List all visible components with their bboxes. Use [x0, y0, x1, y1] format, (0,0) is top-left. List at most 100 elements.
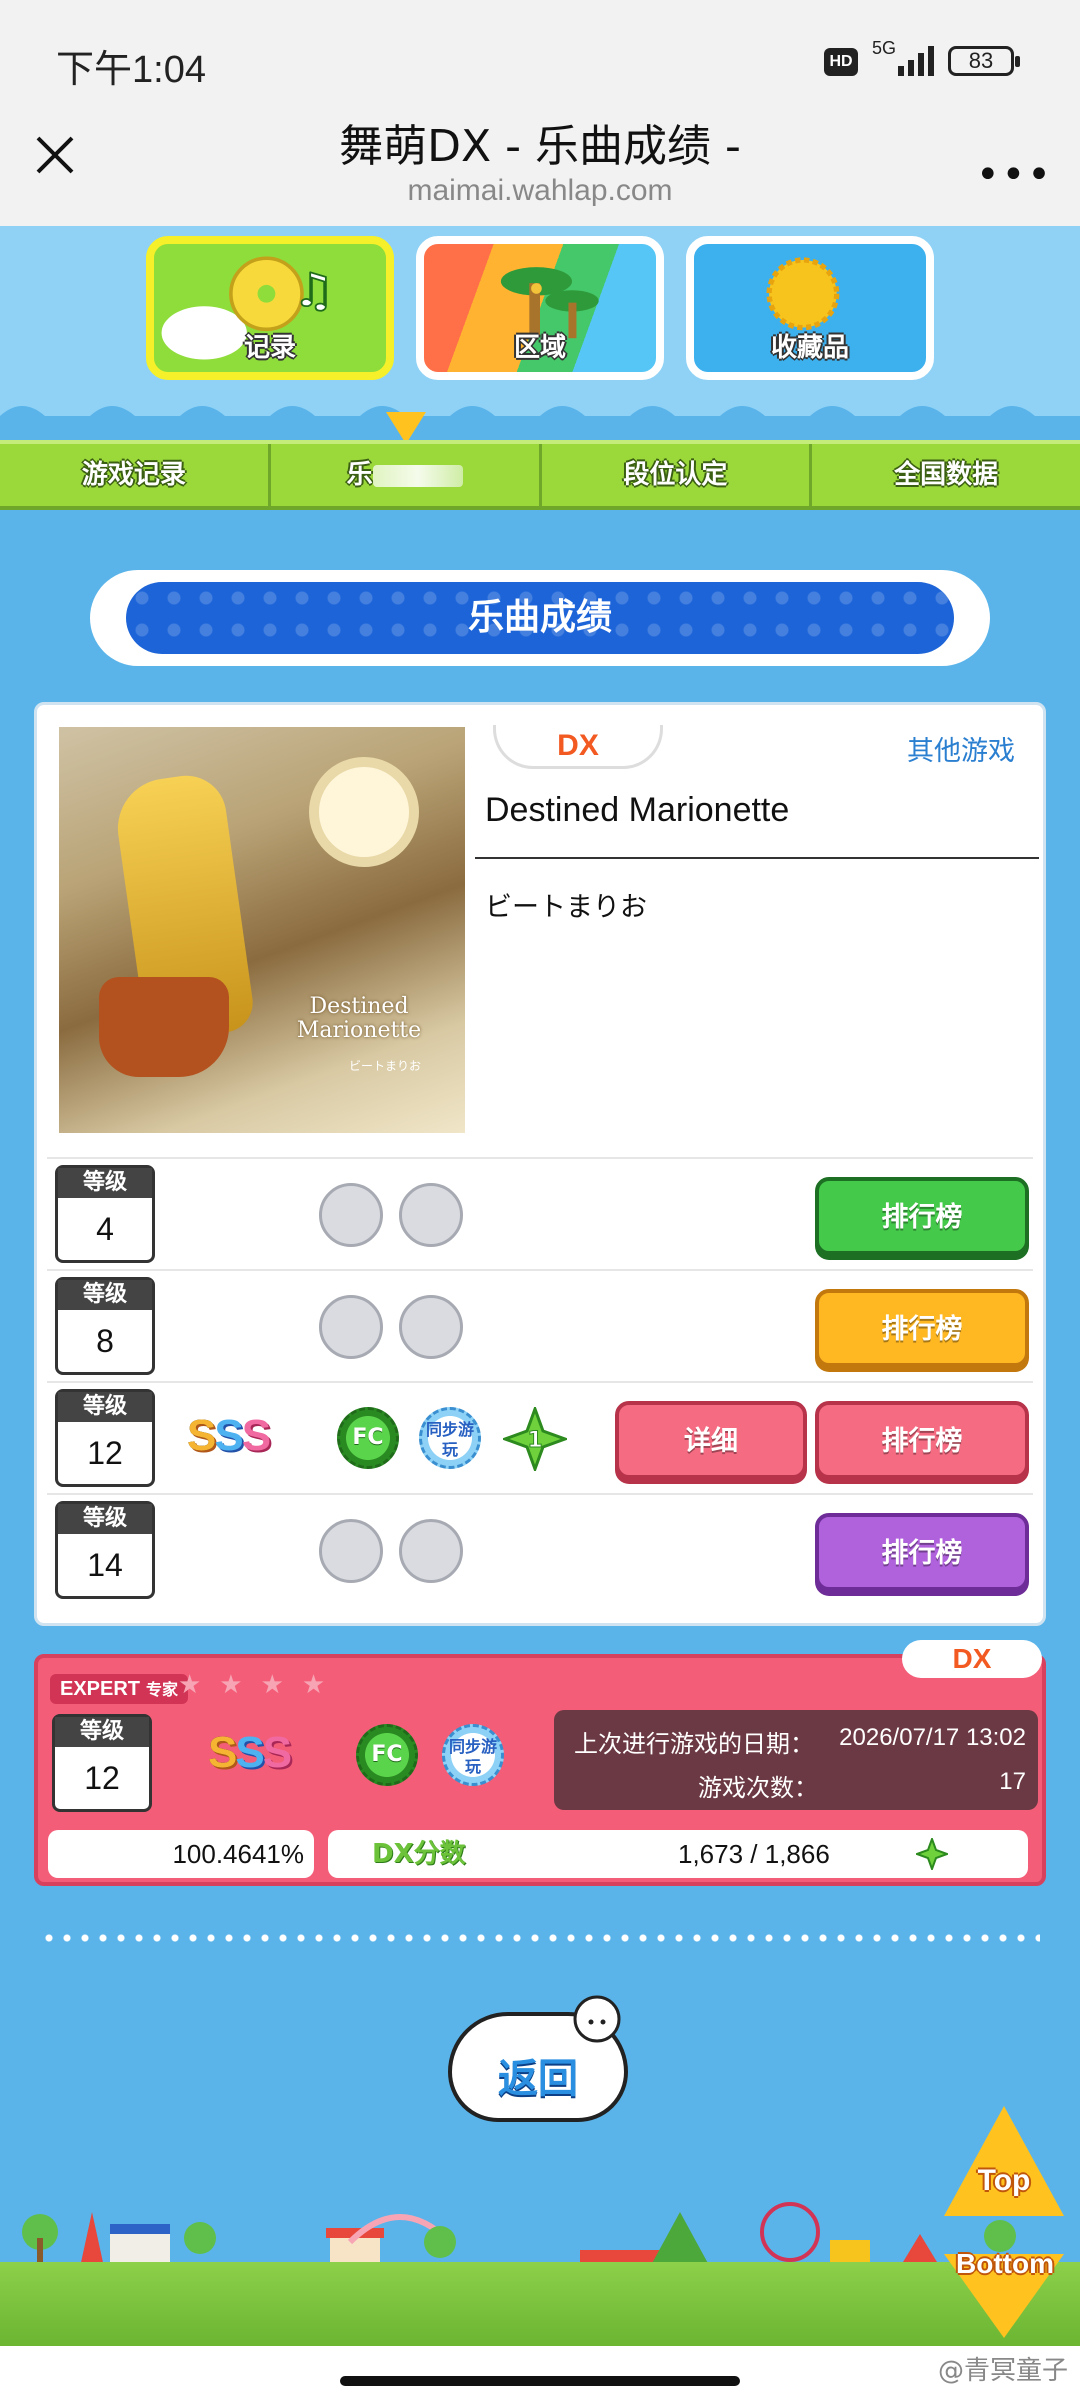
difficulty-name: EXPERT 专家 [50, 1674, 189, 1704]
title-divider [475, 857, 1039, 859]
watermark: @青冥童子 [937, 2356, 1068, 2386]
svg-text:♫: ♫ [293, 263, 334, 317]
scroll-top-button[interactable]: Top [944, 2106, 1064, 2226]
scroll-bottom-button[interactable]: Bottom [940, 2238, 1070, 2338]
bottom-button-label: Bottom [956, 2248, 1054, 2279]
level-box: 等级 12 [52, 1714, 152, 1812]
top-button-label: Top [977, 2164, 1031, 2197]
svg-text:1: 1 [527, 1428, 542, 1453]
dx-score-value: 1,673 / 1,866 [678, 1839, 830, 1869]
full-combo-icon: FC [356, 1724, 418, 1786]
jacket-title-text: Destined Marionette [296, 994, 422, 1043]
section-header: 乐曲成绩 [90, 570, 990, 666]
empty-badge-icon [319, 1519, 383, 1583]
level-label: 等级 [55, 1717, 149, 1747]
play-count-label: 游戏次数： [698, 1774, 818, 1802]
home-indicator[interactable] [340, 2376, 740, 2386]
subnav-play-records[interactable]: 游戏记录 [0, 444, 271, 506]
ranking-button-advanced[interactable]: 排行榜 [815, 1289, 1029, 1367]
song-jacket-image: Destined Marionette ビートまりお [59, 727, 465, 1133]
detail-button-expert[interactable]: 详细 [615, 1401, 807, 1479]
level-value: 8 [96, 1323, 114, 1359]
network-label: 5G [872, 38, 897, 58]
system-nav-bar [0, 2346, 1080, 2400]
section-title: 乐曲成绩 [126, 582, 954, 654]
level-label: 等级 [58, 1280, 152, 1310]
title-bar: 舞萌DX - 乐曲成绩 - maimai.wahlap.com ••• [0, 110, 1080, 226]
level-value: 14 [87, 1547, 123, 1583]
subnav-national-data[interactable]: 全国数据 [812, 444, 1080, 506]
ranking-button-basic[interactable]: 排行榜 [815, 1177, 1029, 1255]
page-domain: maimai.wahlap.com [407, 174, 673, 207]
tab-area-label: 区域 [513, 333, 566, 363]
sub-navigation: 游戏记录 乐 段位认定 全国数据 [0, 440, 1080, 510]
battery-icon: 83 [948, 46, 1020, 76]
more-icon[interactable]: ••• [976, 152, 1053, 198]
level-label: 等级 [58, 1168, 152, 1198]
other-game-link[interactable]: 其他游戏 [907, 729, 1015, 768]
main-content: ♫ 记录 区域 收藏品 游戏记录 乐 段位认定 全国数据 乐曲成绩 Destin… [0, 226, 1080, 2346]
last-played-label: 上次进行游戏的日期： [574, 1730, 814, 1758]
song-artist: ビートまりお [485, 892, 647, 923]
dx-star-icon: 1 [503, 1407, 567, 1471]
achievement-rate: 100.4641% [48, 1830, 314, 1878]
rank-sss-icon: SSS [187, 1411, 271, 1460]
level-label: 等级 [58, 1392, 152, 1422]
empty-badge-icon [399, 1519, 463, 1583]
full-combo-icon: FC [337, 1407, 399, 1469]
level-value: 12 [87, 1435, 123, 1471]
song-title: Destined Marionette [485, 791, 790, 829]
dx-chart-badge: DX [902, 1640, 1042, 1678]
sync-play-icon: 同步游玩 [442, 1724, 504, 1786]
blurred-label [372, 464, 463, 487]
song-card: Destined Marionette ビートまりお DX 其他游戏 Desti… [34, 702, 1046, 1626]
dx-score-label: DX分数 [372, 1839, 466, 1869]
wave-divider [0, 406, 1080, 436]
level-box: 等级 8 [55, 1277, 155, 1375]
difficulty-row-advanced: 等级 8 排行榜 [47, 1269, 1033, 1381]
empty-badge-icon [319, 1295, 383, 1359]
tab-record-label: 记录 [243, 333, 296, 363]
empty-badge-icon [399, 1183, 463, 1247]
town-scenery [22, 2202, 1016, 2268]
ranking-button-master[interactable]: 排行榜 [815, 1513, 1029, 1591]
tab-collection[interactable]: 收藏品 [686, 236, 934, 380]
play-count-value: 17 [999, 1768, 1026, 1795]
back-button-label: 返回 [498, 2056, 578, 2102]
tab-record[interactable]: ♫ 记录 [146, 236, 394, 380]
up-arrow-icon [944, 2106, 1064, 2216]
difficulty-row-expert: 等级 12 SSS FC 同步游玩 1 详细 排行榜 [47, 1381, 1033, 1493]
dx-chart-badge: DX [493, 725, 663, 769]
difficulty-row-basic: 等级 4 排行榜 [47, 1157, 1033, 1269]
star-decoration-icon: ★★★★ [178, 1670, 344, 1700]
empty-badge-icon [399, 1295, 463, 1359]
mascot-icon [573, 1995, 621, 2043]
status-bar: 下午1:04 HD 5G 83 [0, 0, 1080, 110]
hd-icon: HD [824, 48, 858, 76]
dotted-divider [40, 1934, 1040, 1942]
status-time: 下午1:04 [56, 49, 206, 91]
expert-detail-panel: DX EXPERT 专家 ★★★★ 等级 12 SSS FC 同步游玩 上次进行游… [34, 1640, 1046, 1886]
sync-play-icon: 同步游玩 [419, 1407, 481, 1469]
level-box: 等级 14 [55, 1501, 155, 1599]
subnav-song-scores[interactable]: 乐 [271, 444, 542, 506]
dx-score-box: DX分数 1,673 / 1,866 [328, 1830, 1028, 1878]
last-played-value: 2026/07/17 13:02 [839, 1724, 1026, 1751]
signal-icon [898, 46, 934, 76]
rank-sss-icon: SSS [208, 1728, 292, 1777]
empty-badge-icon [319, 1183, 383, 1247]
dx-star-icon [916, 1838, 948, 1870]
tab-area[interactable]: 区域 [416, 236, 664, 380]
page-title: 舞萌DX - 乐曲成绩 - [339, 121, 741, 172]
difficulty-row-master: 等级 14 排行榜 [47, 1493, 1033, 1605]
jacket-clock-decoration [309, 757, 419, 867]
level-value: 12 [84, 1760, 120, 1796]
subnav-rank-certification[interactable]: 段位认定 [542, 444, 813, 506]
tab-collection-label: 收藏品 [770, 333, 849, 363]
play-info-box: 上次进行游戏的日期： 2026/07/17 13:02 游戏次数： 17 [554, 1710, 1038, 1810]
jacket-character-skirt [99, 977, 229, 1077]
level-value: 4 [96, 1211, 114, 1247]
ranking-button-expert[interactable]: 排行榜 [815, 1401, 1029, 1479]
level-label: 等级 [58, 1504, 152, 1534]
back-button[interactable]: 返回 [448, 1992, 628, 2122]
